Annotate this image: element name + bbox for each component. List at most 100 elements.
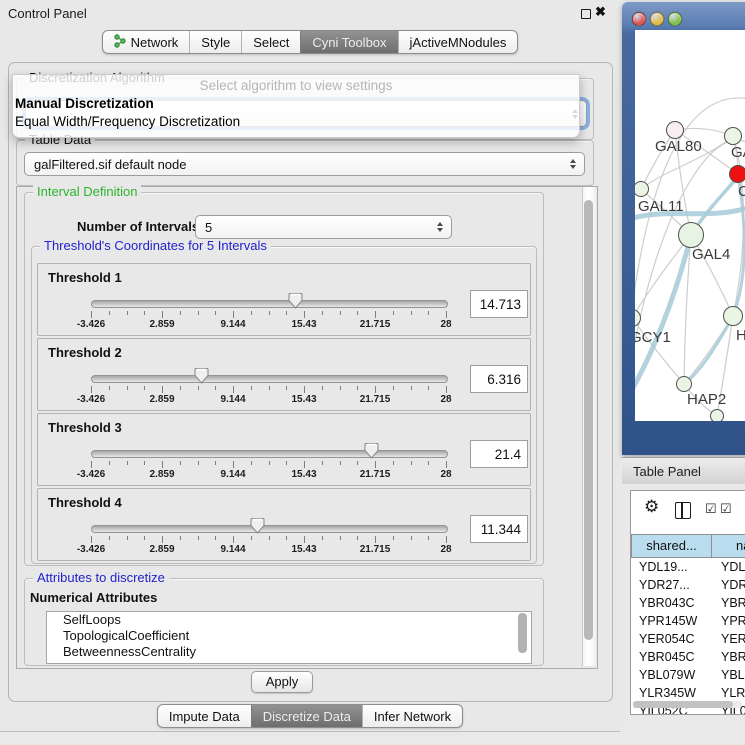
table-data-combobox[interactable]: galFiltered.sif default node <box>24 152 585 176</box>
network-node[interactable] <box>710 409 724 421</box>
cell-shared-name: YBR045C <box>631 648 711 666</box>
slider-thumb[interactable] <box>250 517 265 534</box>
algorithm-option-manual-discretization[interactable]: Manual Discretization <box>15 95 570 112</box>
checkbox-icon[interactable]: ☑ <box>720 501 732 517</box>
threshold-value-field[interactable]: 14.713 <box>470 290 528 318</box>
numerical-attributes-label: Numerical Attributes <box>30 590 157 605</box>
tab-label: Style <box>201 35 230 50</box>
close-icon[interactable]: ✖ <box>595 4 606 20</box>
threshold-value-field[interactable]: 21.4 <box>470 440 528 468</box>
column-header-shared-name[interactable]: shared... <box>631 534 711 558</box>
tick-mark <box>340 311 341 315</box>
network-node[interactable] <box>724 127 742 145</box>
tab-style[interactable]: Style <box>189 31 241 53</box>
tick-mark <box>286 536 287 540</box>
tick-mark <box>340 461 341 465</box>
bottom-tab-bar: Impute Data Discretize DataInfer Network <box>0 704 620 728</box>
threshold-panel-4: Threshold 4-3.4262.8599.14415.4321.71528… <box>37 488 531 561</box>
network-node[interactable] <box>666 121 684 139</box>
network-node[interactable] <box>729 165 745 183</box>
tick-mark <box>109 386 110 390</box>
network-node[interactable] <box>678 222 704 248</box>
table-row[interactable]: YDR27...YDR2 <box>631 576 745 594</box>
window-title: Control Panel <box>8 6 87 21</box>
table-row[interactable]: YER054CYER0 <box>631 630 745 648</box>
tick-mark <box>393 461 394 465</box>
tab-impute-data[interactable]: Impute Data <box>158 705 251 727</box>
split-view-icon[interactable] <box>675 502 691 519</box>
tick-mark <box>375 386 376 393</box>
tab-network[interactable]: Network <box>103 31 190 53</box>
table-row[interactable]: YLR345WYLR3 <box>631 684 745 702</box>
slider-thumb[interactable] <box>288 292 303 309</box>
attribute-item-betweennesscentrality[interactable]: BetweennessCentrality <box>47 644 531 660</box>
tab-jactivemnodules[interactable]: jActiveMNodules <box>398 31 518 53</box>
float-window-icon[interactable] <box>581 9 591 19</box>
cell-shared-name: YPR145W <box>631 612 711 630</box>
network-view-canvas[interactable]: GAL80GACGAL11GAL4GCY1HHAP2 <box>635 30 745 421</box>
zoom-traffic-light[interactable] <box>668 12 682 26</box>
stepper-icon <box>570 159 576 169</box>
tick-mark <box>393 311 394 315</box>
tab-infer-network[interactable]: Infer Network <box>362 705 462 727</box>
column-header-name[interactable]: na <box>711 534 745 558</box>
tick-label: 2.859 <box>149 394 174 405</box>
tick-mark <box>446 536 447 543</box>
tick-mark <box>162 311 163 318</box>
table-body: YDL19...YDL1YDR27...YDR2YBR043CYBR0YPR14… <box>631 558 745 715</box>
network-node[interactable] <box>723 306 743 326</box>
vertical-scrollbar-thumb[interactable] <box>584 200 593 640</box>
numerical-attributes-list[interactable]: SelfLoopsTopologicalCoefficientBetweenne… <box>46 611 532 664</box>
attribute-item-topologicalcoefficient[interactable]: TopologicalCoefficient <box>47 628 531 644</box>
table-row[interactable]: YDL19...YDL1 <box>631 558 745 576</box>
tick-label: 15.43 <box>291 544 316 555</box>
tick-mark <box>269 311 270 315</box>
tick-mark <box>286 386 287 390</box>
threshold-value-field[interactable]: 11.344 <box>470 515 528 543</box>
tab-label: Impute Data <box>169 709 240 724</box>
slider-thumb[interactable] <box>194 367 209 384</box>
threshold-label: Threshold 1 <box>48 270 122 285</box>
tick-mark <box>215 311 216 315</box>
node-label-ga: GA <box>731 144 745 161</box>
minimize-traffic-light[interactable] <box>650 12 664 26</box>
slider-track[interactable] <box>91 525 448 533</box>
table-row[interactable]: YBR043CYBR0 <box>631 594 745 612</box>
tick-mark <box>91 311 92 318</box>
slider-track[interactable] <box>91 450 448 458</box>
table-row[interactable]: YBR045CYBR0 <box>631 648 745 666</box>
table-row[interactable]: YPR145WYPR1 <box>631 612 745 630</box>
tick-mark <box>215 461 216 465</box>
node-label-gcy1: GCY1 <box>635 329 671 346</box>
tick-mark <box>340 386 341 390</box>
number-of-intervals-combobox[interactable]: 5 <box>195 215 452 239</box>
threshold-value-field[interactable]: 6.316 <box>470 365 528 393</box>
slider-ticks <box>91 536 446 544</box>
cell-name: YBR0 <box>711 594 745 612</box>
table-row[interactable]: YBL079WYBL0 <box>631 666 745 684</box>
slider-track[interactable] <box>91 375 448 383</box>
tick-mark <box>286 311 287 315</box>
slider-thumb[interactable] <box>364 442 379 459</box>
tick-mark <box>91 386 92 393</box>
algorithm-option-equal-width-frequency-discretization[interactable]: Equal Width/Frequency Discretization <box>15 113 570 130</box>
tick-mark <box>233 461 234 468</box>
slider-ticks <box>91 386 446 394</box>
tab-cyni-toolbox[interactable]: Cyni Toolbox <box>300 31 397 53</box>
attribute-item-selfloops[interactable]: SelfLoops <box>47 612 531 628</box>
apply-button[interactable]: Apply <box>251 671 313 693</box>
network-node[interactable] <box>676 376 692 392</box>
tick-mark <box>375 461 376 468</box>
close-traffic-light[interactable] <box>632 12 646 26</box>
cell-name: YPR1 <box>711 612 745 630</box>
slider-track[interactable] <box>91 300 448 308</box>
network-icon <box>114 34 126 51</box>
cell-name: YDR2 <box>711 576 745 594</box>
attributes-scrollbar-thumb[interactable] <box>518 613 527 653</box>
gear-icon[interactable]: ⚙ <box>644 497 659 517</box>
checkbox-icon[interactable]: ☑ <box>705 501 717 517</box>
tab-select[interactable]: Select <box>241 31 300 53</box>
tick-mark <box>304 461 305 468</box>
tab-discretize-data[interactable]: Discretize Data <box>251 705 362 727</box>
horizontal-scrollbar-thumb[interactable] <box>633 701 733 708</box>
